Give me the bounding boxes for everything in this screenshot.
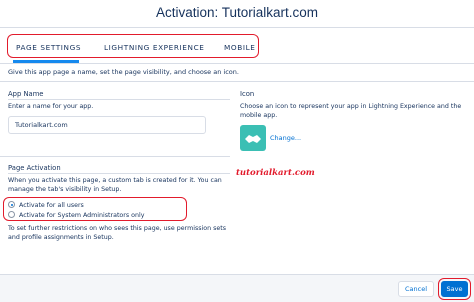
cancel-button[interactable]: Cancel (398, 281, 434, 297)
activation-top-divider (0, 156, 230, 157)
activation-note-line2: and profile assignments in Setup. (8, 234, 114, 241)
handshake-icon-glyph (245, 135, 261, 143)
activation-note-line1: To set further restrictions on who sees … (8, 225, 227, 232)
watermark-text: tutorialkart.com (236, 168, 315, 178)
page-activation-divider (8, 173, 230, 174)
intro-text: Give this app page a name, set the page … (8, 68, 239, 76)
intro-divider (0, 81, 474, 82)
page-activation-title: Page Activation (8, 164, 61, 172)
handshake-icon[interactable] (240, 125, 266, 151)
active-tab-indicator (13, 60, 79, 63)
app-name-title: App Name (8, 90, 44, 98)
app-name-input[interactable]: Tutorialkart.com (8, 116, 206, 134)
tabs-highlight-box (7, 34, 259, 58)
radio-highlight-box (3, 197, 187, 221)
icon-description-line2: mobile app. (240, 112, 278, 119)
save-highlight-box (438, 278, 471, 300)
page-activation-desc-line2: manage the tab's visibility in Setup. (8, 186, 122, 193)
icon-description-line1: Choose an icon to represent your app in … (240, 103, 462, 110)
modal-header: Activation: Tutorialkart.com (0, 0, 474, 28)
icon-section-title: Icon (240, 90, 255, 98)
modal-title: Activation: Tutorialkart.com (155, 5, 319, 20)
page-activation-desc-line1: When you activate this page, a custom ta… (8, 177, 222, 184)
app-name-divider (8, 99, 230, 100)
change-icon-link[interactable]: Change... (270, 134, 301, 142)
app-name-prompt: Enter a name for your app. (8, 103, 94, 110)
